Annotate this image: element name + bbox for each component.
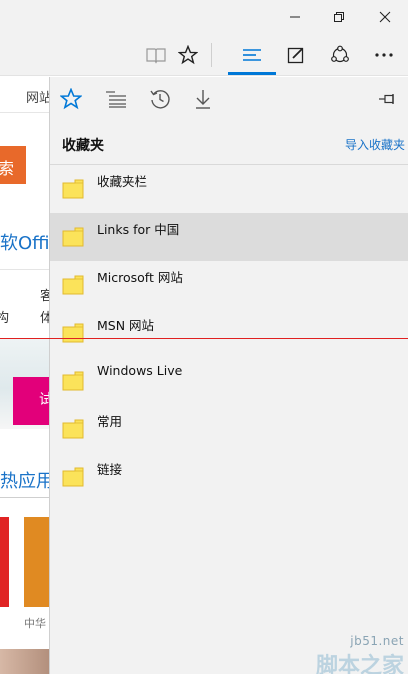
favorite-folder-item[interactable]: MSN 网站 xyxy=(50,309,408,357)
site-watermark: jb51.net 脚本之家 xyxy=(270,600,408,674)
folder-icon xyxy=(62,467,84,487)
page-nav-bar: 网站 xyxy=(0,77,50,113)
tab-reading-list[interactable] xyxy=(100,83,132,115)
hub-button[interactable] xyxy=(232,34,272,76)
favorite-label: MSN 网站 xyxy=(97,318,155,333)
page-divider xyxy=(0,497,50,498)
star-icon xyxy=(178,45,198,65)
page-image xyxy=(0,649,50,674)
favorite-folder-item[interactable]: 链接 xyxy=(50,453,408,501)
minimize-icon xyxy=(290,16,300,18)
favorites-header: 收藏夹 导入收藏夹 xyxy=(50,121,408,165)
background-web-page: 网站 索 软Offi 构 客 体 试 热应用 中华 xyxy=(0,77,50,674)
hub-active-indicator xyxy=(228,72,276,75)
import-favorites-link[interactable]: 导入收藏夹 xyxy=(345,136,405,153)
page-search-label: 索 xyxy=(0,159,15,178)
title-bar xyxy=(0,0,408,34)
add-favorite-button[interactable] xyxy=(168,34,208,76)
restore-button[interactable] xyxy=(317,0,361,34)
watermark-url: jb51.net xyxy=(350,634,404,648)
folder-icon xyxy=(62,323,84,343)
share-button[interactable] xyxy=(320,34,360,76)
star-icon xyxy=(60,88,82,110)
favorite-label: Microsoft 网站 xyxy=(97,270,183,285)
pen-note-icon xyxy=(287,47,304,64)
web-note-button[interactable] xyxy=(276,34,316,76)
pin-hub-button[interactable] xyxy=(377,89,397,109)
favorite-folder-item[interactable]: 收藏夹栏 xyxy=(50,165,408,213)
folder-icon xyxy=(62,419,84,439)
favorites-title: 收藏夹 xyxy=(62,138,104,154)
favorite-folder-item[interactable]: Microsoft 网站 xyxy=(50,261,408,309)
tab-history[interactable] xyxy=(144,83,176,115)
close-button[interactable] xyxy=(363,0,407,34)
watermark-name: 脚本之家 xyxy=(315,654,404,674)
more-dots-icon xyxy=(375,53,393,57)
folder-icon xyxy=(62,179,84,199)
page-divider xyxy=(0,269,50,270)
favorite-folder-item[interactable]: 常用 xyxy=(50,405,408,453)
tab-downloads[interactable] xyxy=(187,83,219,115)
page-trial-button[interactable]: 试 xyxy=(13,377,50,425)
page-app-tile[interactable] xyxy=(0,517,9,607)
folder-icon xyxy=(62,227,84,247)
hub-tab-bar xyxy=(50,77,408,121)
favorites-list: 收藏夹栏 Links for 中国 Microsoft 网站 MSN 网站 Wi… xyxy=(50,165,408,501)
restore-icon xyxy=(334,12,344,22)
favorite-label: Windows Live xyxy=(97,363,183,378)
page-app-caption: 中华 xyxy=(24,617,46,630)
hub-panel: 收藏夹 导入收藏夹 收藏夹栏 Links for 中国 Microsoft 网站… xyxy=(49,77,408,674)
page-office-heading: 软Offi xyxy=(0,233,50,254)
browser-window: 网站 索 软Offi 构 客 体 试 热应用 中华 收藏夹 导入收藏夹 收藏夹栏… xyxy=(0,0,408,674)
page-text-fragment: 构 xyxy=(0,311,10,326)
page-search-button[interactable]: 索 xyxy=(0,146,26,184)
favorite-folder-item[interactable]: Windows Live xyxy=(50,357,408,405)
minimize-button[interactable] xyxy=(273,0,317,34)
favorite-label: 链接 xyxy=(97,462,123,477)
tab-favorites[interactable] xyxy=(55,83,87,115)
toolbar-separator xyxy=(211,43,212,67)
page-nav-text[interactable]: 网站 xyxy=(26,87,50,106)
favorite-folder-item[interactable]: Links for 中国 xyxy=(50,213,408,261)
page-app-tile[interactable] xyxy=(24,517,50,607)
history-icon xyxy=(150,90,170,109)
share-icon xyxy=(331,45,349,63)
folder-icon xyxy=(62,275,84,295)
red-guide-line xyxy=(0,338,408,339)
browser-toolbar xyxy=(0,34,408,76)
favorite-label: 常用 xyxy=(97,414,123,429)
download-icon xyxy=(196,90,210,109)
reading-list-icon xyxy=(106,91,126,108)
page-hot-apps-heading: 热应用 xyxy=(0,471,50,492)
folder-icon xyxy=(62,371,84,391)
hub-icon xyxy=(243,49,261,61)
book-icon xyxy=(146,48,166,64)
close-icon xyxy=(379,11,391,23)
more-button[interactable] xyxy=(364,34,404,76)
favorite-label: 收藏夹栏 xyxy=(97,174,148,189)
pin-icon xyxy=(379,94,394,104)
favorite-label: Links for 中国 xyxy=(97,222,180,237)
